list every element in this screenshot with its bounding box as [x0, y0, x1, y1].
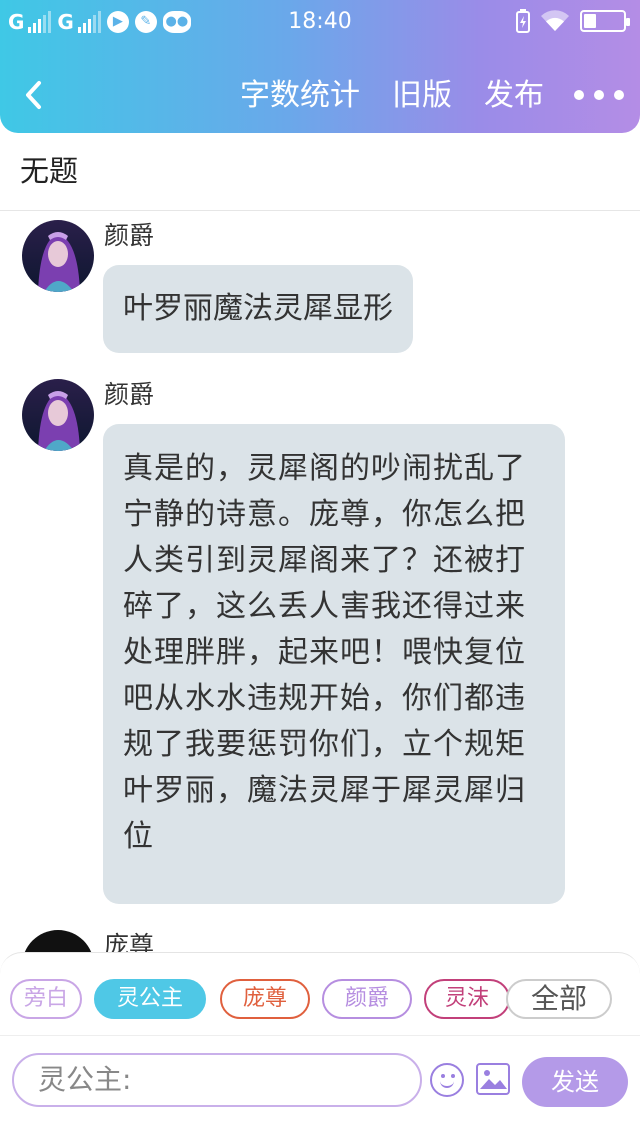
back-button[interactable] [14, 74, 54, 116]
role-chip[interactable]: 颜爵 [322, 979, 412, 1019]
chevron-left-icon [26, 81, 41, 109]
role-chip[interactable]: 旁白 [10, 979, 82, 1019]
divider [0, 1035, 640, 1036]
avatar[interactable] [22, 379, 94, 451]
send-button[interactable]: 发送 [522, 1057, 628, 1107]
image-icon[interactable] [476, 1063, 510, 1095]
avatar[interactable] [22, 930, 94, 952]
top-app-bar: G G ▶ ✎ ●● 18:40 字数统计 旧版 发布 [0, 0, 640, 133]
compose-panel: 旁白 灵公主 庞尊 颜爵 灵沫 全部 灵公主: 发送 [0, 952, 640, 1138]
message-list[interactable]: 颜爵 叶罗丽魔法灵犀显形 颜爵 真是的，灵犀阁的吵闹扰乱了宁静的诗意。庞尊，你怎… [0, 212, 640, 952]
message-bubble[interactable]: 叶罗丽魔法灵犀显形 [103, 265, 413, 353]
more-dots-icon[interactable] [574, 90, 624, 100]
sender-name: 庞尊 [104, 931, 155, 952]
nav-bar: 字数统计 旧版 发布 [0, 60, 640, 132]
word-count-button[interactable]: 字数统计 [240, 76, 360, 116]
publish-button[interactable]: 发布 [484, 76, 544, 116]
emoji-icon[interactable] [430, 1063, 464, 1097]
sender-name: 颜爵 [104, 380, 155, 409]
wifi-icon [541, 10, 569, 31]
battery-icon [580, 10, 630, 32]
sender-name: 颜爵 [104, 221, 155, 250]
role-chip-bar: 旁白 灵公主 庞尊 颜爵 灵沫 全部 [10, 979, 620, 1021]
status-bar: G G ▶ ✎ ●● 18:40 [0, 0, 640, 44]
avatar[interactable] [22, 220, 94, 292]
page-title: 无题 [20, 154, 79, 188]
role-chip-all[interactable]: 全部 [506, 979, 612, 1019]
role-chip-selected[interactable]: 灵公主 [94, 979, 206, 1019]
charging-icon [516, 9, 530, 33]
old-version-button[interactable]: 旧版 [392, 76, 452, 116]
title-row[interactable]: 无题 [0, 133, 640, 211]
role-chip[interactable]: 灵沫 [424, 979, 510, 1019]
message-bubble[interactable]: 真是的，灵犀阁的吵闹扰乱了宁静的诗意。庞尊，你怎么把人类引到灵犀阁来了？还被打碎… [103, 424, 565, 904]
message-input[interactable]: 灵公主: [12, 1053, 422, 1107]
role-chip[interactable]: 庞尊 [220, 979, 310, 1019]
